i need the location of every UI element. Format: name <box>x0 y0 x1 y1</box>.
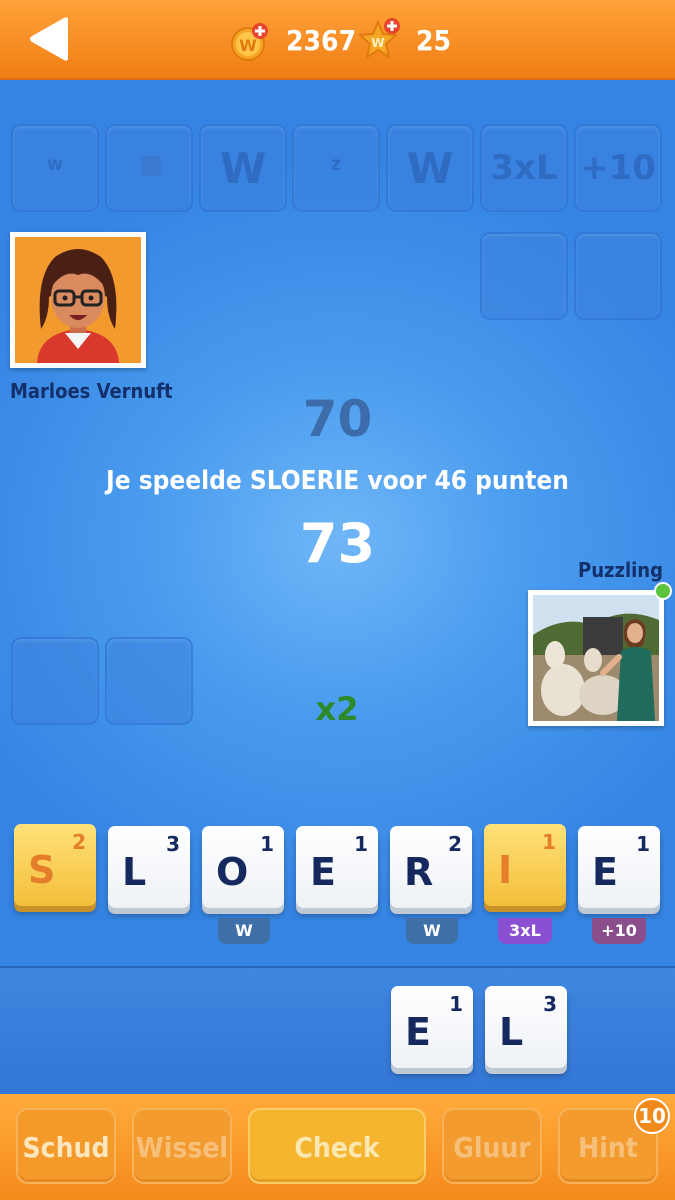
hint-count-badge: 10 <box>634 1098 670 1134</box>
bonus-tag-plus-ten: +10 <box>592 918 646 944</box>
peek-button[interactable]: Gluur <box>442 1108 542 1184</box>
board-slot-2 <box>105 124 193 212</box>
shuffle-button[interactable]: Schud <box>16 1108 116 1184</box>
played-tile-6[interactable]: I 1 <box>484 824 566 906</box>
bonus-tag-word: W <box>406 918 458 944</box>
board-slot-10 <box>11 637 99 725</box>
board-slot-11 <box>105 637 193 725</box>
back-arrow-icon[interactable] <box>26 16 74 62</box>
blank-tile-marker <box>141 156 161 176</box>
coin-icon[interactable]: W <box>230 22 270 62</box>
bonus-tag-triple-letter: 3xL <box>498 918 552 944</box>
board-slot-3: W <box>199 124 287 212</box>
played-tile-7[interactable]: E 1 <box>578 826 660 908</box>
cartoon-woman-avatar-icon <box>15 237 141 363</box>
svg-text:W: W <box>239 36 257 55</box>
board-slot-4: Z <box>292 124 380 212</box>
played-tile-4[interactable]: E 1 <box>296 826 378 908</box>
played-word-message: Je speelde SLOERIE voor 46 punten <box>106 466 569 496</box>
player-avatar[interactable] <box>528 582 672 726</box>
played-tile-5[interactable]: R 2 <box>390 826 472 908</box>
player-name: Puzzling <box>578 558 663 582</box>
tile-rack <box>0 966 675 1094</box>
check-button[interactable]: Check <box>248 1108 426 1184</box>
board-slot-5: W <box>386 124 474 212</box>
rack-tile-1[interactable]: E 1 <box>391 986 473 1068</box>
star-count: 25 <box>416 24 452 57</box>
board-slot-7: +10 <box>574 124 662 212</box>
bonus-tag-word: W <box>218 918 270 944</box>
player-score: 73 <box>299 512 376 575</box>
svg-text:W: W <box>371 36 384 50</box>
board-slot-6: 3xL <box>480 124 568 212</box>
played-tile-3[interactable]: O 1 <box>202 826 284 908</box>
board-slot-8 <box>480 232 568 320</box>
coin-count: 2367 <box>286 24 357 57</box>
player-photo-icon <box>533 595 659 721</box>
star-icon[interactable]: W <box>356 16 402 62</box>
opponent-score: 70 <box>302 390 373 448</box>
opponent-avatar[interactable] <box>10 232 146 368</box>
swap-button[interactable]: Wissel <box>132 1108 232 1184</box>
played-tile-1[interactable]: S 2 <box>14 824 96 906</box>
board-slot-9 <box>574 232 662 320</box>
played-tile-2[interactable]: L 3 <box>108 826 190 908</box>
online-status-dot <box>654 582 672 600</box>
board-slot-1: W <box>11 124 99 212</box>
word-multiplier: x2 <box>315 690 359 728</box>
rack-tile-2[interactable]: L 3 <box>485 986 567 1068</box>
